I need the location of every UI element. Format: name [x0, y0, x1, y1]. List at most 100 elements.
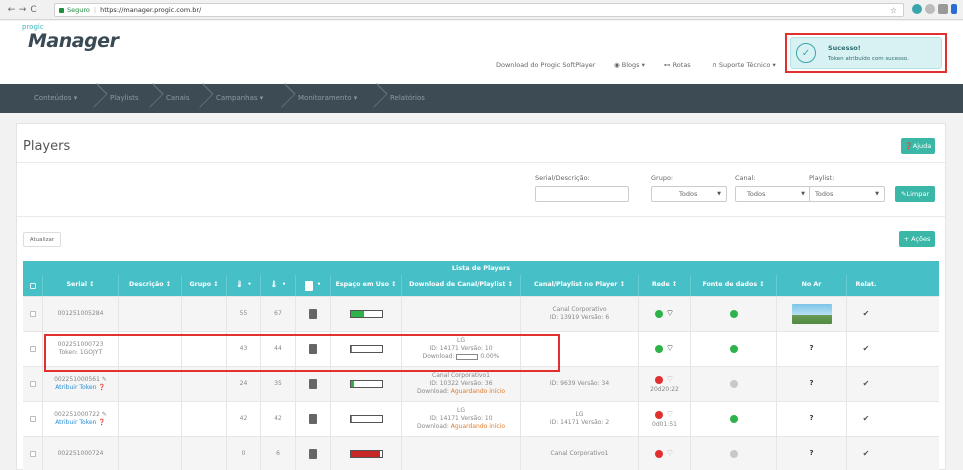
table-header-row: Serial ↕ Descrição ↕ Grupo ↕ 🌡 • 🌡 • • Esp…: [23, 275, 939, 297]
serial-cell: 002251000722 ✎ Atribuir Token ❓: [43, 402, 119, 436]
usage-cell: [331, 437, 402, 470]
usage-cell: [331, 297, 402, 331]
extension-icon[interactable]: [951, 4, 957, 14]
checkmark-icon[interactable]: ✔: [863, 449, 870, 460]
help-circle-icon: ❓: [98, 384, 106, 391]
channel-select[interactable]: Todos ▼: [735, 186, 811, 202]
col-descricao[interactable]: Descrição ↕: [119, 275, 182, 296]
clear-filters-button[interactable]: ✎ Limpar: [895, 186, 935, 202]
player-channel-cell: Canal Corporativo1: [521, 437, 639, 470]
reload-icon[interactable]: C: [28, 3, 39, 17]
screen-thumbnail[interactable]: [791, 304, 832, 324]
blogs-icon: ◉: [614, 61, 622, 69]
checkmark-icon[interactable]: ✔: [863, 344, 870, 355]
logo[interactable]: Manager: [28, 30, 119, 52]
back-icon[interactable]: ←: [6, 3, 17, 17]
blogs-menu[interactable]: ◉ Blogs ▾: [614, 61, 645, 69]
checkmark-icon[interactable]: ✔: [863, 379, 870, 390]
table-row[interactable]: 001251005284 55 67 Canal Corporativo ID: 139…: [23, 297, 939, 332]
network-cell: ⌔: [639, 437, 691, 470]
table-row[interactable]: 002251000724 0 6 Canal Corporativo1 ⌔? ✔: [23, 437, 939, 470]
network-status-dot: [654, 375, 663, 384]
descricao-cell: [119, 297, 182, 331]
col-canal-player[interactable]: Canal/Playlist no Player ↕: [521, 275, 639, 296]
bookmark-star-icon[interactable]: ☆: [890, 6, 897, 15]
col-espaco[interactable]: Espaço em Uso ↕: [331, 275, 402, 296]
data-source-cell: [691, 437, 777, 470]
edit-icon[interactable]: ✎: [102, 376, 107, 383]
help-button[interactable]: ❓ Ajuda: [901, 138, 935, 154]
player-channel-cell: ID: 9639 Versão: 34: [521, 367, 639, 401]
row-checkbox[interactable]: [29, 416, 36, 422]
suporte-menu[interactable]: ∩ Suporte Técnico ▾: [712, 61, 776, 69]
grupo-cell: [182, 297, 227, 331]
descricao-cell: [119, 367, 182, 401]
col-download[interactable]: Download de Canal/Playlist ↕: [402, 275, 521, 296]
serial-search-input[interactable]: [535, 186, 629, 202]
download-cell: [402, 297, 521, 331]
table-row[interactable]: 002251000561 ✎ Atribuir Token ❓ 24 35 Canal …: [23, 367, 939, 402]
col-temperature[interactable]: 🌡 •: [227, 275, 261, 296]
extension-icon[interactable]: [925, 4, 935, 14]
serial-cell: 002251000561 ✎ Atribuir Token ❓: [43, 367, 119, 401]
row-checkbox[interactable]: [29, 451, 36, 457]
network-status-dot: [654, 449, 663, 458]
col-relat: Relat.: [855, 281, 877, 289]
col-sd[interactable]: •: [296, 275, 331, 296]
chevron-down-icon: ▼: [875, 191, 879, 197]
col-serial[interactable]: Serial ↕: [43, 275, 119, 296]
row-checkbox[interactable]: [29, 311, 36, 317]
network-cell: ⌔: [639, 297, 691, 331]
forward-icon[interactable]: →: [17, 3, 28, 17]
col-grupo[interactable]: Grupo ↕: [182, 275, 227, 296]
table-caption: Lista de Players: [23, 261, 939, 275]
temperature-2-cell: 35: [261, 367, 296, 401]
nav-playlists[interactable]: Playlists: [110, 94, 139, 102]
select-all-checkbox[interactable]: [29, 282, 36, 289]
download-cell: LG ID: 14171 Versão: 10 Download: Aguardan…: [402, 402, 521, 436]
nav-monitoramento[interactable]: Monitoramento ▾: [298, 94, 357, 102]
actions-button[interactable]: + Ações: [899, 231, 935, 247]
group-select[interactable]: Todos ▼: [651, 186, 727, 202]
lock-icon: [59, 7, 64, 13]
nav-canais[interactable]: Canais: [166, 94, 190, 102]
network-cell: ⌔ 20d20:22: [639, 367, 691, 401]
row-select: [23, 332, 43, 366]
download-softplayer-link[interactable]: Download do Progic SoftPlayer: [496, 61, 595, 69]
help-circle-icon: ❓: [98, 419, 106, 426]
playlist-select[interactable]: Todos ▼: [809, 186, 885, 202]
data-source-dot: [729, 345, 738, 353]
col-rede[interactable]: Rede ↕: [639, 275, 691, 296]
rotas-link[interactable]: ⊷ Rotas: [664, 61, 691, 69]
grupo-cell: [182, 437, 227, 470]
col-temperature-2[interactable]: 🌡 •: [261, 275, 296, 296]
table-row[interactable]: 002251000722 ✎ Atribuir Token ❓ 42 42 LG ID: …: [23, 402, 939, 437]
network-cell: ⌔ 0d01:51: [639, 402, 691, 436]
assign-token-link[interactable]: Atribuir Token ❓: [55, 384, 106, 392]
row-select: [23, 402, 43, 436]
row-select: [23, 297, 43, 331]
extension-icon[interactable]: [938, 4, 948, 14]
wifi-icon: ⌔: [665, 308, 675, 319]
refresh-button[interactable]: Atualizar: [23, 232, 61, 247]
address-bar[interactable]: Seguro | https://manager.progic.com.br/ …: [54, 3, 904, 17]
chevron-down-icon: ▼: [717, 191, 721, 197]
extension-icon[interactable]: [912, 4, 922, 14]
nav-relatorios[interactable]: Relatórios: [390, 94, 425, 102]
nav-campanhas[interactable]: Campanhas ▾: [216, 94, 263, 102]
data-source-cell: [691, 402, 777, 436]
row-checkbox[interactable]: [29, 381, 36, 387]
edit-icon[interactable]: ✎: [102, 411, 107, 418]
chevron-down-icon: ▼: [801, 191, 805, 197]
highlight-box: [44, 334, 560, 372]
nav-conteudos[interactable]: Conteúdos ▾: [34, 94, 77, 102]
thermometer-icon: 🌡: [235, 281, 244, 289]
checkmark-icon[interactable]: ✔: [863, 414, 870, 425]
row-checkbox[interactable]: [29, 346, 36, 352]
group-label: Grupo:: [651, 174, 674, 182]
wifi-icon: ⌔: [665, 409, 675, 420]
assign-token-link[interactable]: Atribuir Token ❓: [55, 419, 106, 427]
col-fonte[interactable]: Fonte de dados ↕: [691, 275, 777, 296]
grupo-cell: [182, 402, 227, 436]
checkmark-icon[interactable]: ✔: [863, 309, 870, 320]
